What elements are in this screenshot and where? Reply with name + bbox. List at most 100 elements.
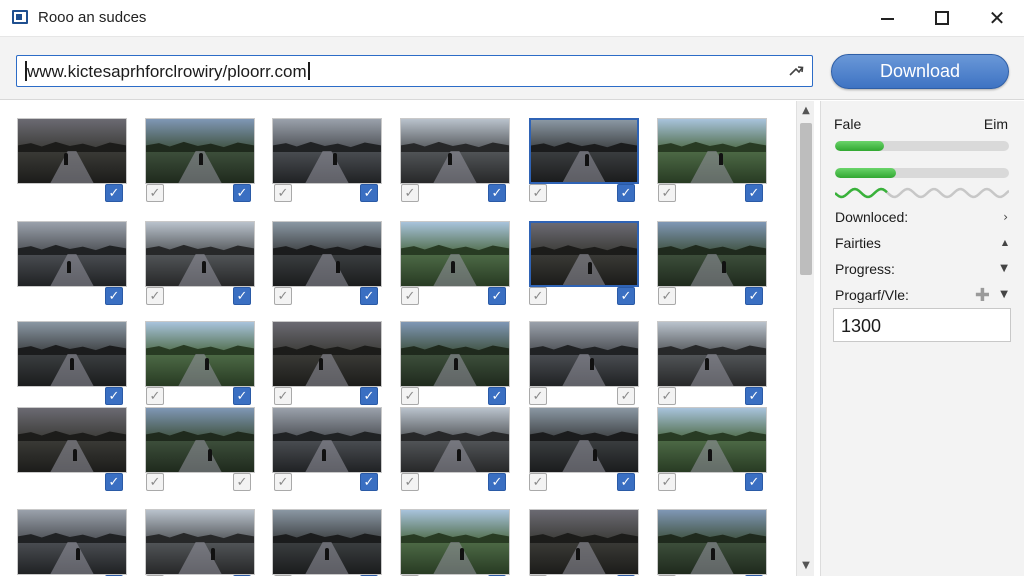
progress-waveform bbox=[835, 187, 1009, 199]
image-thumbnail[interactable] bbox=[145, 221, 255, 287]
image-thumbnail[interactable] bbox=[657, 221, 767, 287]
image-thumbnail[interactable] bbox=[145, 509, 255, 575]
thumbnail-art bbox=[70, 358, 74, 370]
checkbox-secondary[interactable]: ✓ bbox=[658, 287, 676, 305]
image-thumbnail[interactable] bbox=[145, 118, 255, 184]
checkbox-checked[interactable]: ✓ bbox=[105, 473, 123, 491]
image-thumbnail[interactable] bbox=[272, 118, 382, 184]
image-thumbnail[interactable] bbox=[17, 509, 127, 575]
checkbox-secondary[interactable]: ✓ bbox=[146, 473, 164, 491]
scroll-down-icon[interactable]: ▼ bbox=[800, 560, 812, 572]
image-thumbnail[interactable] bbox=[400, 509, 510, 575]
checkbox-secondary[interactable]: ✓ bbox=[401, 387, 419, 405]
dropdown-arrow-icon-2[interactable]: ▼ bbox=[1000, 289, 1008, 300]
checkbox-checked[interactable]: ✓ bbox=[233, 387, 251, 405]
checkbox-secondary[interactable]: ✓ bbox=[146, 287, 164, 305]
download-button[interactable]: Download bbox=[831, 54, 1009, 89]
image-thumbnail[interactable] bbox=[400, 221, 510, 287]
checkbox-secondary[interactable]: ✓ bbox=[401, 287, 419, 305]
checkbox-unchecked[interactable]: ✓ bbox=[233, 473, 251, 491]
checkbox-checked[interactable]: ✓ bbox=[745, 184, 763, 202]
checkbox-checked[interactable]: ✓ bbox=[105, 387, 123, 405]
checkbox-secondary[interactable]: ✓ bbox=[529, 184, 547, 202]
minimize-button[interactable] bbox=[860, 0, 914, 36]
close-button[interactable]: ✕ bbox=[970, 0, 1024, 36]
image-thumbnail[interactable] bbox=[145, 407, 255, 473]
checkbox-secondary[interactable]: ✓ bbox=[658, 473, 676, 491]
panel-row-label-1: Downloced: bbox=[835, 209, 909, 225]
panel-row-label-3: Progress: bbox=[835, 261, 895, 277]
panel-header-left: Fale bbox=[834, 116, 862, 132]
checkbox-secondary[interactable]: ✓ bbox=[146, 387, 164, 405]
close-icon: ✕ bbox=[988, 6, 1006, 30]
chevron-right-icon[interactable]: › bbox=[1003, 210, 1008, 224]
checkbox-checked[interactable]: ✓ bbox=[488, 387, 506, 405]
checkbox-checked[interactable]: ✓ bbox=[617, 473, 635, 491]
checkbox-checked[interactable]: ✓ bbox=[233, 287, 251, 305]
checkbox-secondary[interactable]: ✓ bbox=[401, 184, 419, 202]
image-thumbnail[interactable] bbox=[529, 221, 639, 287]
checkbox-secondary[interactable]: ✓ bbox=[529, 387, 547, 405]
checkbox-secondary[interactable]: ✓ bbox=[274, 287, 292, 305]
share-arrow-icon[interactable] bbox=[786, 61, 806, 81]
image-thumbnail[interactable] bbox=[17, 407, 127, 473]
gallery-scrollbar[interactable]: ▲ ▼ bbox=[796, 101, 814, 576]
value-field[interactable]: 1300 bbox=[833, 308, 1011, 342]
triangle-up-icon[interactable]: ▲ bbox=[1002, 238, 1008, 247]
checkbox-checked[interactable]: ✓ bbox=[488, 473, 506, 491]
checkbox-unchecked[interactable]: ✓ bbox=[617, 387, 635, 405]
thumbnail-art bbox=[593, 449, 597, 461]
checkbox-secondary[interactable]: ✓ bbox=[401, 473, 419, 491]
image-thumbnail[interactable] bbox=[272, 221, 382, 287]
image-thumbnail[interactable] bbox=[529, 407, 639, 473]
thumbnail-art bbox=[336, 261, 340, 273]
checkbox-checked[interactable]: ✓ bbox=[105, 287, 123, 305]
checkbox-secondary[interactable]: ✓ bbox=[274, 184, 292, 202]
image-thumbnail[interactable] bbox=[272, 321, 382, 387]
image-thumbnail[interactable] bbox=[529, 118, 639, 184]
checkbox-secondary[interactable]: ✓ bbox=[274, 473, 292, 491]
thumbnail-art bbox=[211, 548, 215, 560]
checkbox-checked[interactable]: ✓ bbox=[488, 287, 506, 305]
checkbox-checked[interactable]: ✓ bbox=[360, 387, 378, 405]
image-thumbnail[interactable] bbox=[657, 509, 767, 575]
checkbox-secondary[interactable]: ✓ bbox=[274, 387, 292, 405]
image-thumbnail[interactable] bbox=[529, 321, 639, 387]
checkbox-secondary[interactable]: ✓ bbox=[529, 287, 547, 305]
checkbox-checked[interactable]: ✓ bbox=[105, 184, 123, 202]
image-thumbnail[interactable] bbox=[657, 118, 767, 184]
checkbox-checked[interactable]: ✓ bbox=[617, 287, 635, 305]
image-thumbnail[interactable] bbox=[145, 321, 255, 387]
image-thumbnail[interactable] bbox=[272, 509, 382, 575]
image-thumbnail[interactable] bbox=[400, 118, 510, 184]
image-thumbnail[interactable] bbox=[529, 509, 639, 575]
scroll-thumb[interactable] bbox=[800, 123, 812, 275]
url-input[interactable]: www.kictesaprhforclrowiry/ploorr.com bbox=[16, 55, 813, 87]
scroll-up-icon[interactable]: ▲ bbox=[800, 105, 812, 117]
image-thumbnail[interactable] bbox=[657, 321, 767, 387]
image-thumbnail[interactable] bbox=[657, 407, 767, 473]
checkbox-checked[interactable]: ✓ bbox=[233, 184, 251, 202]
checkbox-checked[interactable]: ✓ bbox=[488, 184, 506, 202]
checkbox-checked[interactable]: ✓ bbox=[745, 387, 763, 405]
image-thumbnail[interactable] bbox=[17, 118, 127, 184]
checkbox-secondary[interactable]: ✓ bbox=[529, 473, 547, 491]
checkbox-secondary[interactable]: ✓ bbox=[658, 184, 676, 202]
plus-icon[interactable]: ✚ bbox=[975, 285, 990, 306]
checkbox-checked[interactable]: ✓ bbox=[617, 184, 635, 202]
image-thumbnail[interactable] bbox=[17, 321, 127, 387]
image-thumbnail[interactable] bbox=[400, 321, 510, 387]
thumbnail-art bbox=[719, 153, 723, 165]
checkbox-checked[interactable]: ✓ bbox=[360, 473, 378, 491]
checkbox-secondary[interactable]: ✓ bbox=[146, 184, 164, 202]
image-thumbnail[interactable] bbox=[17, 221, 127, 287]
image-thumbnail[interactable] bbox=[400, 407, 510, 473]
image-thumbnail[interactable] bbox=[272, 407, 382, 473]
checkbox-checked[interactable]: ✓ bbox=[360, 184, 378, 202]
checkbox-checked[interactable]: ✓ bbox=[745, 473, 763, 491]
checkbox-checked[interactable]: ✓ bbox=[745, 287, 763, 305]
dropdown-arrow-icon[interactable]: ▼ bbox=[1000, 263, 1008, 274]
maximize-button[interactable] bbox=[915, 0, 969, 36]
checkbox-secondary[interactable]: ✓ bbox=[658, 387, 676, 405]
checkbox-checked[interactable]: ✓ bbox=[360, 287, 378, 305]
